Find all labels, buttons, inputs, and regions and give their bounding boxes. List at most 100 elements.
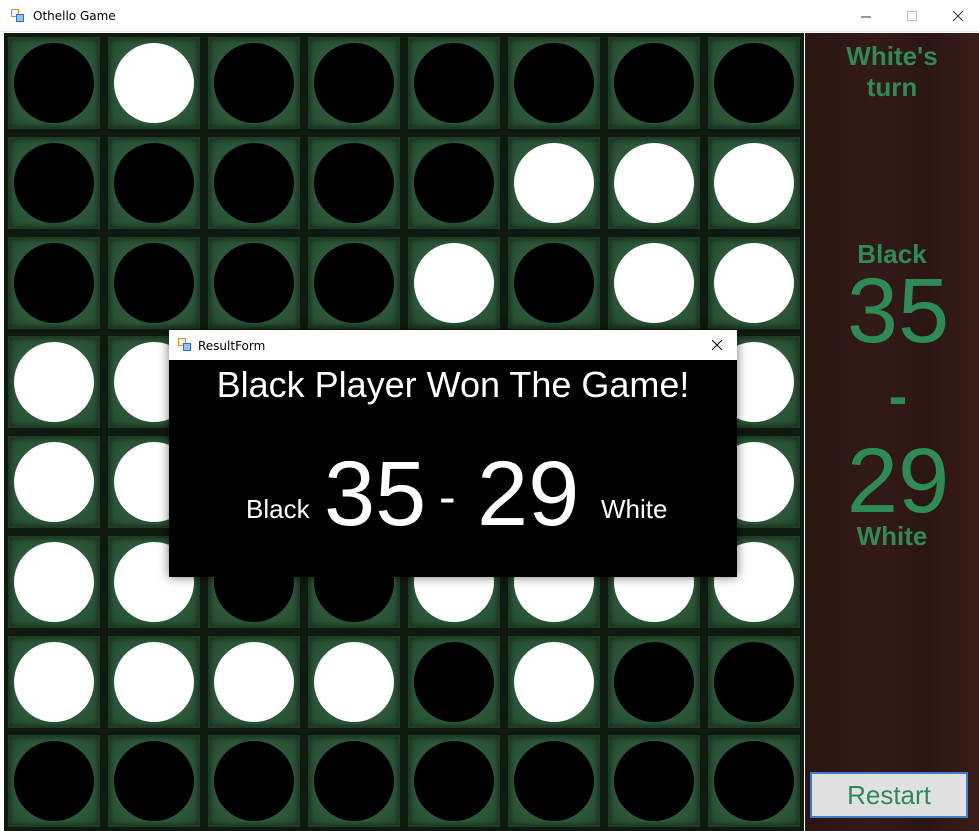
board-cell[interactable]: [708, 37, 800, 129]
white-disc: [714, 242, 794, 323]
app-icon: [11, 9, 25, 23]
board-cell[interactable]: [708, 236, 800, 329]
white-disc: [114, 641, 194, 722]
turn-line-1: White's: [846, 41, 938, 71]
black-disc: [114, 741, 194, 822]
close-icon: [711, 339, 722, 350]
black-disc: [414, 142, 494, 223]
close-icon: [952, 10, 963, 21]
score-separator: -: [888, 364, 908, 427]
board-cell[interactable]: [308, 735, 400, 828]
black-disc: [614, 741, 694, 822]
board-cell[interactable]: [508, 37, 600, 129]
black-disc: [214, 43, 294, 123]
turn-line-2: turn: [866, 72, 918, 102]
black-disc: [14, 242, 94, 323]
window-title: Othello Game: [33, 9, 116, 23]
board-cell[interactable]: [8, 735, 100, 828]
board-cell[interactable]: [8, 635, 100, 728]
black-disc: [514, 43, 594, 123]
black-disc: [314, 142, 394, 223]
board-cell[interactable]: [308, 136, 400, 229]
board-cell[interactable]: [208, 37, 300, 129]
board-cell[interactable]: [8, 535, 100, 628]
board-cell[interactable]: [8, 136, 100, 229]
turn-indicator: White's turn: [805, 41, 979, 103]
board-cell[interactable]: [408, 236, 500, 329]
black-disc: [614, 43, 694, 123]
board-cell[interactable]: [208, 635, 300, 728]
board-cell[interactable]: [508, 635, 600, 728]
score-sidebar: White's turn Black 35 - 29 White Restart: [805, 33, 979, 831]
board-cell[interactable]: [608, 635, 700, 728]
board-cell[interactable]: [608, 735, 700, 828]
winner-message: Black Player Won The Game!: [216, 364, 690, 405]
board-cell[interactable]: [308, 236, 400, 329]
black-disc: [414, 741, 494, 822]
black-disc: [714, 641, 794, 722]
black-disc: [114, 142, 194, 223]
board-cell[interactable]: [208, 236, 300, 329]
black-disc: [214, 741, 294, 822]
board-cell[interactable]: [508, 136, 600, 229]
black-disc: [314, 242, 394, 323]
board-cell[interactable]: [8, 436, 100, 528]
white-disc: [414, 242, 494, 323]
maximize-icon: [906, 10, 917, 21]
board-cell[interactable]: [8, 336, 100, 429]
white-label: White: [856, 521, 928, 551]
black-disc: [314, 43, 394, 123]
white-disc: [214, 641, 294, 722]
board-cell[interactable]: [508, 236, 600, 329]
board-cell[interactable]: [408, 735, 500, 828]
result-white-label: White: [601, 494, 668, 524]
white-disc: [614, 142, 694, 223]
board-cell[interactable]: [608, 136, 700, 229]
dialog-close-button[interactable]: [701, 330, 733, 360]
board-cell[interactable]: [308, 37, 400, 129]
black-disc: [14, 43, 94, 123]
board-cell[interactable]: [108, 236, 200, 329]
close-button[interactable]: [935, 0, 979, 32]
dialog-app-icon: [178, 338, 192, 352]
result-black-label: Black: [246, 494, 310, 524]
restart-button[interactable]: Restart: [810, 772, 968, 818]
black-disc: [514, 242, 594, 323]
black-disc: [14, 142, 94, 223]
board-cell[interactable]: [308, 635, 400, 728]
black-disc: [14, 741, 94, 822]
board-cell[interactable]: [508, 735, 600, 828]
white-disc: [714, 142, 794, 223]
board-cell[interactable]: [208, 136, 300, 229]
white-disc: [614, 242, 694, 323]
result-dialog: ResultForm Black Player Won The Game! Bl…: [169, 330, 737, 577]
minimize-button[interactable]: [843, 0, 889, 32]
minimize-icon: [860, 16, 871, 17]
maximize-button[interactable]: [889, 0, 935, 32]
dialog-titlebar: ResultForm: [169, 330, 737, 360]
white-disc: [14, 641, 94, 722]
board-cell[interactable]: [408, 37, 500, 129]
black-disc: [714, 43, 794, 123]
black-disc: [514, 741, 594, 822]
board-cell[interactable]: [708, 735, 800, 828]
board-cell[interactable]: [408, 635, 500, 728]
board-cell[interactable]: [408, 136, 500, 229]
board-cell[interactable]: [108, 136, 200, 229]
board-cell[interactable]: [8, 37, 100, 129]
result-separator: -: [439, 469, 456, 525]
board-cell[interactable]: [608, 236, 700, 329]
board-cell[interactable]: [708, 635, 800, 728]
black-disc: [214, 142, 294, 223]
board-cell[interactable]: [108, 735, 200, 828]
board-cell[interactable]: [208, 735, 300, 828]
white-disc: [314, 641, 394, 722]
board-cell[interactable]: [608, 37, 700, 129]
black-disc: [414, 43, 494, 123]
board-cell[interactable]: [8, 236, 100, 329]
result-black-score: 35: [324, 443, 427, 545]
white-disc: [14, 342, 94, 423]
board-cell[interactable]: [108, 37, 200, 129]
board-cell[interactable]: [108, 635, 200, 728]
board-cell[interactable]: [708, 136, 800, 229]
